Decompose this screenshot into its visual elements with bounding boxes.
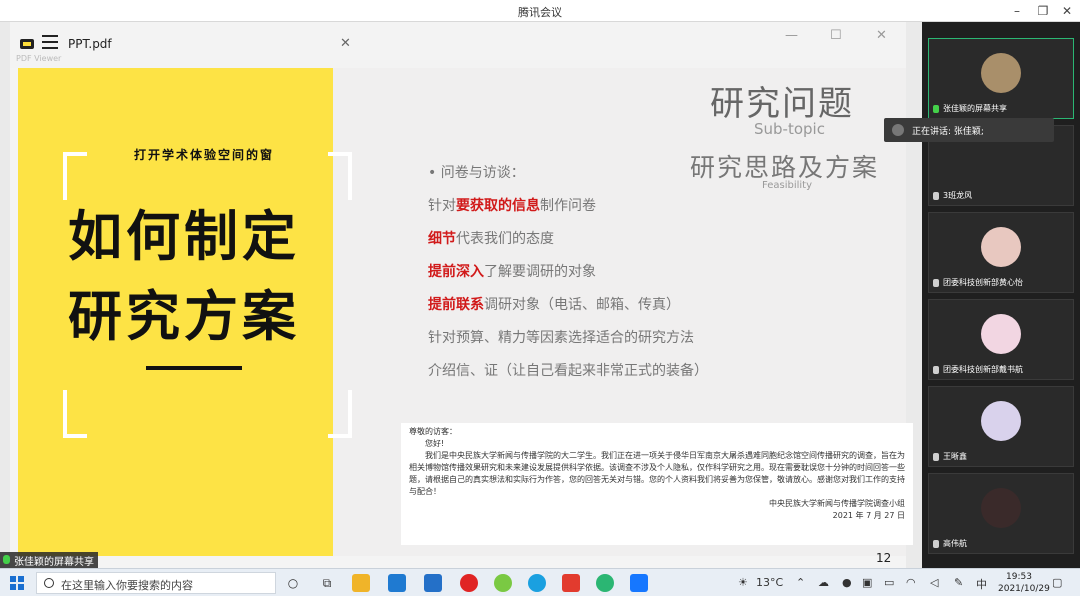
- window-title: 腾讯会议: [518, 6, 562, 19]
- section-title-2: 研究思路及方案: [690, 153, 880, 182]
- notification-icon[interactable]: ▢: [1052, 576, 1062, 589]
- slide-title-line1: 如何制定: [68, 205, 300, 268]
- bullet-item: 提前深入了解要调研的对象: [428, 264, 596, 280]
- bullet-item: 细节代表我们的态度: [428, 231, 554, 247]
- mail-icon[interactable]: [388, 574, 406, 592]
- slide-tagline: 打开学术体验空间的窗: [128, 146, 281, 163]
- participant-name: 王晰鑫: [933, 451, 967, 462]
- pdf-viewer: PPT.pdf ✕ — ☐ ✕ PDF Viewer 打开学术体验空间的窗 如何…: [10, 22, 913, 568]
- screen-share-label: 张佳颖的屏幕共享: [0, 552, 98, 568]
- viewer-close-icon[interactable]: ✕: [876, 28, 887, 43]
- avatar: [981, 314, 1021, 354]
- bullet-item: 针对预算、精力等因素选择适合的研究方法: [428, 330, 694, 346]
- tray-chevron-icon[interactable]: ⌃: [796, 576, 805, 589]
- participant-tile[interactable]: 团委科技创新部黄心怡: [928, 212, 1074, 293]
- mic-icon: [933, 365, 939, 374]
- participant-tile[interactable]: 张佳颖的屏幕共享: [928, 38, 1074, 119]
- search-icon: [44, 578, 54, 588]
- tab-close-icon[interactable]: ✕: [340, 36, 351, 51]
- wps-icon[interactable]: [562, 574, 580, 592]
- participant-name: 团委科技创新部戴书航: [933, 364, 1023, 375]
- pen-icon[interactable]: ✎: [954, 576, 963, 589]
- pdf-page: 打开学术体验空间的窗 如何制定 研究方案 研究问题 Sub-topic 研究思路…: [18, 68, 913, 565]
- cortana-icon[interactable]: ○: [284, 574, 302, 592]
- maximize-icon[interactable]: ❐: [1034, 2, 1052, 20]
- mic-on-icon: [3, 555, 10, 564]
- participant-name: 高伟航: [933, 538, 967, 549]
- viewer-maximize-icon[interactable]: ☐: [830, 28, 842, 43]
- wifi-icon[interactable]: ◠: [906, 576, 916, 589]
- pdf-app-icon: [20, 39, 34, 49]
- speaker-avatar: [892, 124, 904, 136]
- camera-icon[interactable]: ▣: [862, 576, 872, 589]
- ime-indicator[interactable]: 中: [976, 576, 987, 592]
- slide-title-line2: 研究方案: [68, 285, 300, 348]
- letter-box: 尊敬的访客： 您好! 我们是中央民族大学新闻与传播学院的大二学生。我们正在进一项…: [401, 423, 913, 545]
- mic-tray-icon[interactable]: ●: [842, 576, 852, 589]
- letter-greeting: 尊敬的访客：: [409, 427, 457, 436]
- window-titlebar: 腾讯会议 – ❐ ✕: [0, 0, 1080, 22]
- participant-tile[interactable]: 高伟航: [928, 473, 1074, 554]
- bullet-item: 介绍信、证（让自己看起来非常正式的装备）: [428, 363, 708, 379]
- taskbar-clock[interactable]: 19:53 2021/10/29: [998, 571, 1050, 595]
- weather-temperature: 13°C: [756, 576, 784, 589]
- viewer-minimize-icon[interactable]: —: [785, 28, 798, 43]
- letter-hello: 您好!: [425, 439, 445, 448]
- pdf-toolbar: PPT.pdf ✕ — ☐ ✕ PDF Viewer: [10, 22, 906, 68]
- avatar: [981, 401, 1021, 441]
- task-view-icon[interactable]: ⧉: [318, 574, 336, 592]
- netease-music-icon[interactable]: [460, 574, 478, 592]
- page-number: 12: [876, 551, 892, 565]
- mic-on-icon: [933, 104, 939, 113]
- shared-screen: PPT.pdf ✕ — ☐ ✕ PDF Viewer 打开学术体验空间的窗 如何…: [0, 22, 922, 568]
- corner-bracket: [63, 152, 87, 200]
- participant-panel: 张佳颖的屏幕共享 3班龙风 团委科技创新部黄心怡 团委科技创新部戴书航 王晰鑫 …: [922, 22, 1080, 568]
- letter-body: 我们是中央民族大学新闻与传播学院的大二学生。我们正在进一项关于侵华日军南京大屠杀…: [409, 451, 905, 496]
- mic-icon: [933, 452, 939, 461]
- corner-bracket: [328, 152, 352, 200]
- weather-icon[interactable]: ☀: [738, 576, 748, 589]
- mic-icon: [933, 539, 939, 548]
- wechat-icon[interactable]: [596, 574, 614, 592]
- avatar: [981, 53, 1021, 93]
- title-underline: [146, 366, 242, 370]
- letter-date: 2021 年 7 月 27 日: [832, 511, 905, 520]
- app-green-icon[interactable]: [494, 574, 512, 592]
- letter-signature: 中央民族大学新闻与传播学院调查小组: [769, 499, 905, 508]
- participant-name: 团委科技创新部黄心怡: [933, 277, 1023, 288]
- close-icon[interactable]: ✕: [1058, 2, 1076, 20]
- mic-icon: [933, 191, 939, 200]
- tencent-meeting-icon[interactable]: [630, 574, 648, 592]
- volume-icon[interactable]: ◁: [930, 576, 938, 589]
- menu-icon[interactable]: [42, 35, 58, 49]
- speaking-indicator: 正在讲话: 张佳颖;: [884, 118, 1054, 142]
- section-title: 研究问题: [710, 84, 854, 124]
- corner-bracket: [328, 390, 352, 438]
- bullet-item: 针对要获取的信息制作问卷: [428, 198, 596, 214]
- file-explorer-icon[interactable]: [352, 574, 370, 592]
- app-icon[interactable]: [424, 574, 442, 592]
- minimize-icon[interactable]: –: [1008, 2, 1026, 20]
- corner-bracket: [63, 390, 87, 438]
- bullet-item: • 问卷与访谈：: [428, 165, 525, 181]
- section-subtitle: Sub-topic: [754, 120, 825, 138]
- viewer-brand: PDF Viewer: [16, 54, 62, 63]
- participant-name: 张佳颖的屏幕共享: [933, 103, 1007, 114]
- taskbar: 在这里输入你要搜索的内容 ○ ⧉ ☀ 13°C ⌃ ☁ ● ▣ ▭ ◠ ◁ ✎ …: [0, 568, 1080, 596]
- display-icon[interactable]: ▭: [884, 576, 894, 589]
- edge-icon[interactable]: [528, 574, 546, 592]
- slide-yellow-panel: 打开学术体验空间的窗 如何制定 研究方案: [18, 68, 352, 556]
- participant-name: 3班龙风: [933, 190, 972, 201]
- cloud-icon[interactable]: ☁: [818, 576, 829, 589]
- section-subtitle-2: Feasibility: [762, 180, 812, 191]
- participant-tile[interactable]: 王晰鑫: [928, 386, 1074, 467]
- taskbar-search-input[interactable]: 在这里输入你要搜索的内容: [36, 572, 276, 594]
- avatar: [981, 488, 1021, 528]
- avatar: [981, 227, 1021, 267]
- mic-icon: [933, 278, 939, 287]
- pdf-filename: PPT.pdf: [68, 37, 112, 51]
- participant-tile[interactable]: 团委科技创新部戴书航: [928, 299, 1074, 380]
- start-icon[interactable]: [10, 576, 24, 590]
- bullet-item: 提前联系调研对象（电话、邮箱、传真）: [428, 297, 680, 313]
